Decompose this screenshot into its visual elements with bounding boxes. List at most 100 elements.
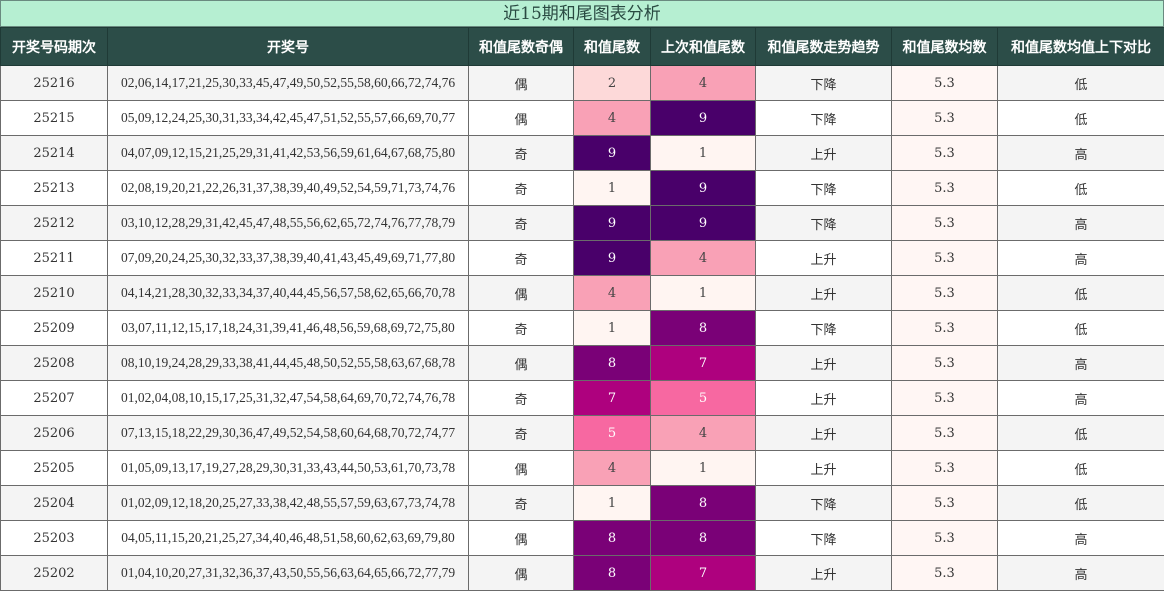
tail-cell: 1 — [574, 486, 651, 521]
compare-cell: 低 — [998, 486, 1164, 521]
prev-tail-cell: 4 — [651, 241, 756, 276]
compare-cell: 高 — [998, 136, 1164, 171]
parity-cell: 奇 — [469, 381, 574, 416]
compare-cell: 低 — [998, 311, 1164, 346]
table-row: 2520808,10,19,24,28,29,33,38,41,44,45,48… — [1, 346, 1164, 381]
issue-cell: 25206 — [1, 416, 108, 451]
prev-tail-cell: 4 — [651, 66, 756, 101]
avg-cell: 5.3 — [892, 311, 998, 346]
table-row: 2520401,02,09,12,18,20,25,27,33,38,42,48… — [1, 486, 1164, 521]
tail-cell: 4 — [574, 101, 651, 136]
parity-cell: 奇 — [469, 416, 574, 451]
table-row: 2520201,04,10,20,27,31,32,36,37,43,50,55… — [1, 556, 1164, 591]
issue-cell: 25211 — [1, 241, 108, 276]
trend-cell: 下降 — [756, 101, 892, 136]
parity-cell: 奇 — [469, 486, 574, 521]
parity-cell: 奇 — [469, 206, 574, 241]
header-avg: 和值尾数均数 — [892, 28, 998, 66]
parity-cell: 奇 — [469, 171, 574, 206]
trend-cell: 上升 — [756, 241, 892, 276]
avg-cell: 5.3 — [892, 346, 998, 381]
table-row: 2521203,10,12,28,29,31,42,45,47,48,55,56… — [1, 206, 1164, 241]
avg-cell: 5.3 — [892, 416, 998, 451]
avg-cell: 5.3 — [892, 136, 998, 171]
header-numbers: 开奖号 — [108, 28, 469, 66]
avg-cell: 5.3 — [892, 556, 998, 591]
trend-cell: 上升 — [756, 381, 892, 416]
header-issue: 开奖号码期次 — [1, 28, 108, 66]
parity-cell: 偶 — [469, 451, 574, 486]
parity-cell: 偶 — [469, 521, 574, 556]
parity-cell: 偶 — [469, 346, 574, 381]
header-trend: 和值尾数走势趋势 — [756, 28, 892, 66]
compare-cell: 高 — [998, 241, 1164, 276]
trend-cell: 上升 — [756, 276, 892, 311]
trend-cell: 下降 — [756, 486, 892, 521]
header-parity: 和值尾数奇偶 — [469, 28, 574, 66]
avg-cell: 5.3 — [892, 381, 998, 416]
tail-cell: 2 — [574, 66, 651, 101]
header-row: 开奖号码期次 开奖号 和值尾数奇偶 和值尾数 上次和值尾数 和值尾数走势趋势 和… — [1, 28, 1164, 66]
numbers-cell: 04,07,09,12,15,21,25,29,31,41,42,53,56,5… — [108, 136, 469, 171]
tail-cell: 7 — [574, 381, 651, 416]
trend-cell: 下降 — [756, 311, 892, 346]
table-row: 2520607,13,15,18,22,29,30,36,47,49,52,54… — [1, 416, 1164, 451]
trend-cell: 下降 — [756, 521, 892, 556]
header-tail: 和值尾数 — [574, 28, 651, 66]
parity-cell: 奇 — [469, 311, 574, 346]
issue-cell: 25212 — [1, 206, 108, 241]
prev-tail-cell: 1 — [651, 451, 756, 486]
avg-cell: 5.3 — [892, 276, 998, 311]
numbers-cell: 03,10,12,28,29,31,42,45,47,48,55,56,62,6… — [108, 206, 469, 241]
compare-cell: 低 — [998, 171, 1164, 206]
numbers-cell: 01,05,09,13,17,19,27,28,29,30,31,33,43,4… — [108, 451, 469, 486]
trend-cell: 下降 — [756, 66, 892, 101]
numbers-cell: 02,08,19,20,21,22,26,31,37,38,39,40,49,5… — [108, 171, 469, 206]
tail-cell: 4 — [574, 276, 651, 311]
issue-cell: 25205 — [1, 451, 108, 486]
page-title: 近15期和尾图表分析 — [0, 0, 1164, 27]
avg-cell: 5.3 — [892, 101, 998, 136]
numbers-cell: 04,05,11,15,20,21,25,27,34,40,46,48,51,5… — [108, 521, 469, 556]
issue-cell: 25215 — [1, 101, 108, 136]
prev-tail-cell: 8 — [651, 311, 756, 346]
numbers-cell: 01,02,09,12,18,20,25,27,33,38,42,48,55,5… — [108, 486, 469, 521]
tail-cell: 5 — [574, 416, 651, 451]
prev-tail-cell: 5 — [651, 381, 756, 416]
issue-cell: 25214 — [1, 136, 108, 171]
tail-cell: 9 — [574, 136, 651, 171]
tail-cell: 9 — [574, 241, 651, 276]
table-row: 2520501,05,09,13,17,19,27,28,29,30,31,33… — [1, 451, 1164, 486]
compare-cell: 高 — [998, 381, 1164, 416]
issue-cell: 25213 — [1, 171, 108, 206]
prev-tail-cell: 7 — [651, 556, 756, 591]
parity-cell: 奇 — [469, 136, 574, 171]
compare-cell: 低 — [998, 66, 1164, 101]
numbers-cell: 01,04,10,20,27,31,32,36,37,43,50,55,56,6… — [108, 556, 469, 591]
compare-cell: 低 — [998, 276, 1164, 311]
numbers-cell: 07,09,20,24,25,30,32,33,37,38,39,40,41,4… — [108, 241, 469, 276]
avg-cell: 5.3 — [892, 241, 998, 276]
table-row: 2521004,14,21,28,30,32,33,34,37,40,44,45… — [1, 276, 1164, 311]
tail-analysis-table: 开奖号码期次 开奖号 和值尾数奇偶 和值尾数 上次和值尾数 和值尾数走势趋势 和… — [0, 27, 1164, 591]
trend-cell: 上升 — [756, 416, 892, 451]
issue-cell: 25207 — [1, 381, 108, 416]
issue-cell: 25202 — [1, 556, 108, 591]
tail-cell: 4 — [574, 451, 651, 486]
trend-cell: 上升 — [756, 346, 892, 381]
trend-cell: 下降 — [756, 171, 892, 206]
parity-cell: 奇 — [469, 241, 574, 276]
tail-cell: 9 — [574, 206, 651, 241]
table-row: 2520903,07,11,12,15,17,18,24,31,39,41,46… — [1, 311, 1164, 346]
issue-cell: 25204 — [1, 486, 108, 521]
avg-cell: 5.3 — [892, 66, 998, 101]
tail-cell: 1 — [574, 171, 651, 206]
prev-tail-cell: 8 — [651, 521, 756, 556]
numbers-cell: 04,14,21,28,30,32,33,34,37,40,44,45,56,5… — [108, 276, 469, 311]
table-row: 2521107,09,20,24,25,30,32,33,37,38,39,40… — [1, 241, 1164, 276]
compare-cell: 高 — [998, 206, 1164, 241]
numbers-cell: 03,07,11,12,15,17,18,24,31,39,41,46,48,5… — [108, 311, 469, 346]
numbers-cell: 08,10,19,24,28,29,33,38,41,44,45,48,50,5… — [108, 346, 469, 381]
avg-cell: 5.3 — [892, 486, 998, 521]
prev-tail-cell: 9 — [651, 101, 756, 136]
